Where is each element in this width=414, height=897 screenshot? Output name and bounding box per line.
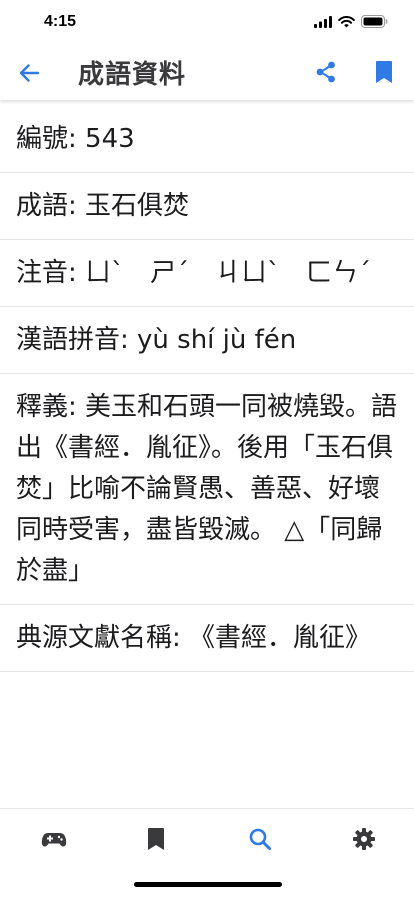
field-row-idiom: 成語: 玉石俱焚 [0, 173, 414, 240]
field-value: yù shí jù fén [137, 325, 297, 355]
status-icons [314, 15, 388, 28]
field-row-definition: 釋義: 美玉和石頭一同被燒毀。語出《書經．胤征》。後用「玉石俱焚」比喻不論賢愚、… [0, 374, 414, 605]
home-indicator [134, 882, 282, 887]
bookmark-icon[interactable] [374, 60, 394, 84]
field-row-source-name: 典源文獻名稱: 《書經．胤征》 [0, 605, 414, 672]
idiom-detail-list[interactable]: 編號: 543 成語: 玉石俱焚 注音: ㄩˋ ㄕˊ ㄐㄩˋ ㄈㄣˊ 漢語拼音:… [0, 106, 414, 808]
field-label: 釋義: [16, 392, 86, 422]
page-title: 成語資料 [78, 60, 187, 90]
status-time: 4:15 [44, 13, 77, 30]
status-bar: 4:15 [0, 0, 414, 44]
field-value: ㄩˋ ㄕˊ ㄐㄩˋ ㄈㄣˊ [85, 258, 372, 288]
field-label: 典源文獻名稱: [16, 623, 190, 653]
gamepad-icon[interactable] [41, 827, 67, 851]
field-row-pinyin: 漢語拼音: yù shí jù fén [0, 307, 414, 374]
share-icon[interactable] [315, 61, 337, 83]
cellular-signal-icon [314, 15, 332, 28]
bookmark-icon[interactable] [147, 827, 165, 851]
field-label: 成語: [16, 191, 86, 221]
gear-icon[interactable] [352, 827, 376, 851]
navigation-bar: 成語資料 [0, 44, 414, 100]
battery-icon [361, 15, 388, 28]
field-label: 注音: [16, 258, 86, 288]
field-value: 543 [85, 124, 135, 154]
field-label: 編號: [16, 124, 86, 154]
field-value: 《書經．胤征》 [189, 623, 372, 653]
field-label: 漢語拼音: [16, 325, 138, 355]
field-row-zhuyin: 注音: ㄩˋ ㄕˊ ㄐㄩˋ ㄈㄣˊ [0, 240, 414, 307]
field-value: 玉石俱焚 [85, 191, 190, 221]
search-icon[interactable] [248, 827, 272, 851]
wifi-icon [338, 15, 355, 27]
field-row-number: 編號: 543 [0, 106, 414, 173]
back-arrow-icon[interactable] [18, 62, 40, 84]
